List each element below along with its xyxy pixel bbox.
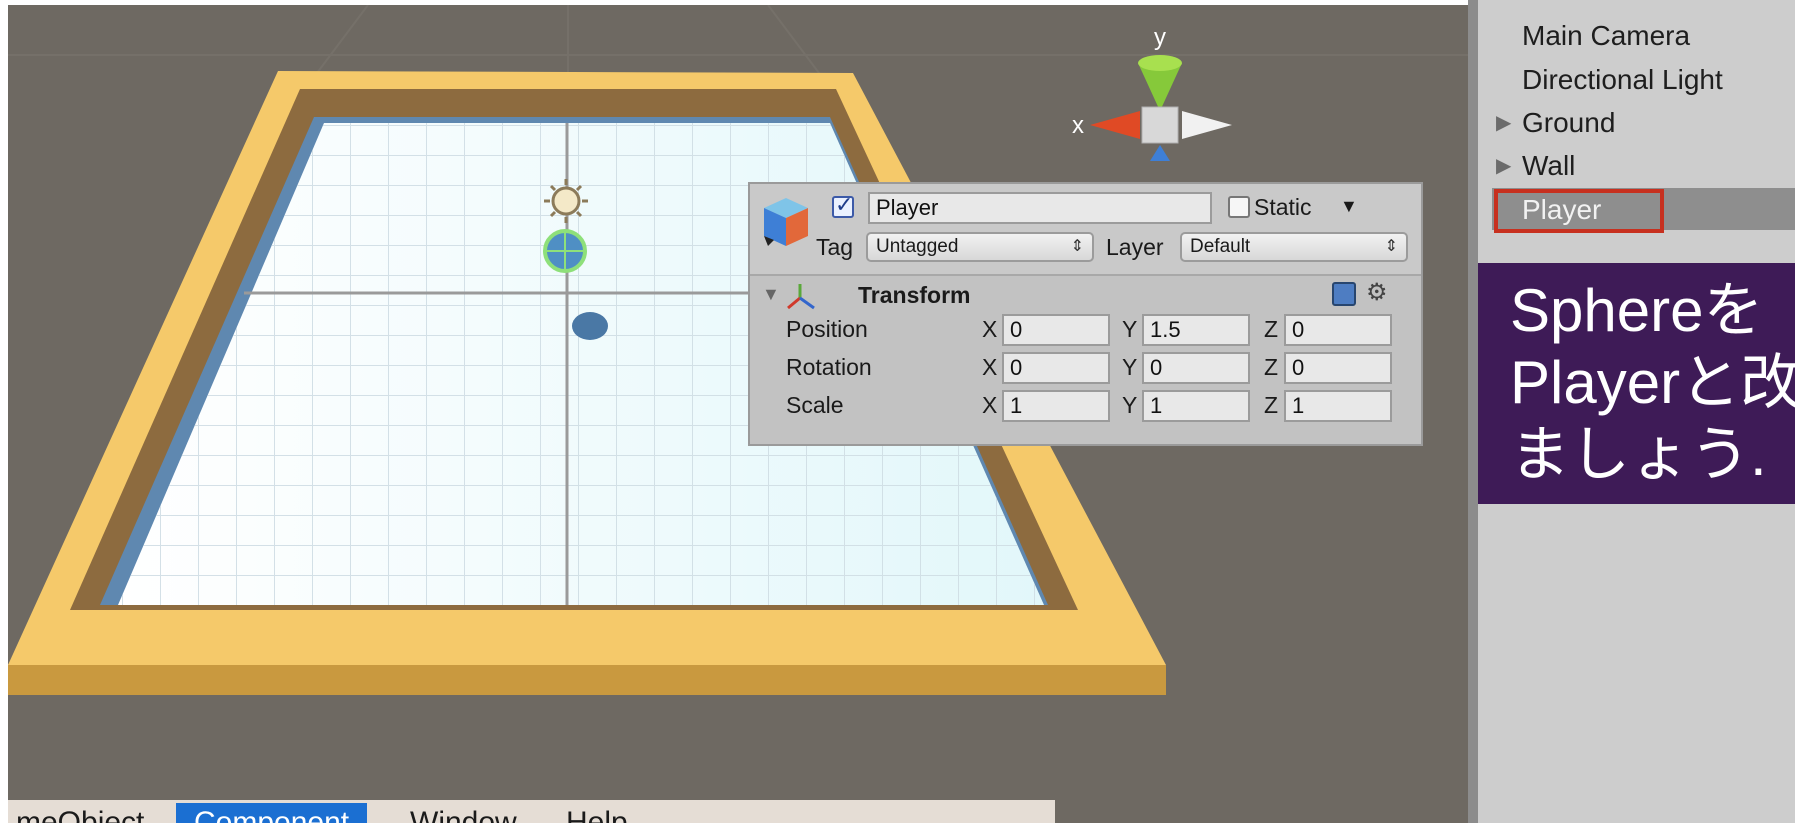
panel-divider[interactable] [1468,0,1478,823]
hierarchy-item-ground[interactable]: Ground [1522,103,1615,143]
axis-label-y: Y [1122,392,1138,418]
note-line: ましょう. [1510,421,1767,488]
dropdown-arrows-icon: ⇕ [1384,238,1398,255]
object-name-input[interactable]: Player [868,192,1212,224]
hierarchy-item-main-camera[interactable]: Main Camera [1522,16,1690,56]
active-checkbox[interactable]: ✓ [832,192,854,218]
menu-component[interactable]: Component [176,803,368,823]
axis-label-y: Y [1122,316,1138,342]
expand-arrow-icon[interactable]: ▶ [1496,146,1511,186]
check-icon: ✓ [835,192,854,217]
help-book-icon[interactable] [1332,282,1356,306]
static-label: Static [1254,194,1312,220]
layer-label: Layer [1106,234,1164,260]
gizmo-y-label: y [1154,24,1166,51]
wall-bottom-face [8,665,1166,695]
layer-dropdown[interactable]: Default ⇕ [1180,232,1408,262]
rotation-y-input[interactable]: 0 [1142,352,1250,384]
note-line: Sphereを [1510,277,1764,344]
sphere-shadow [572,312,608,340]
highlight-box [1494,189,1664,233]
static-checkbox[interactable] [1228,196,1250,218]
gear-icon[interactable]: ⚙ [1366,278,1388,307]
tag-label: Tag [816,234,854,260]
orientation-gizmo [1090,55,1232,161]
axis-label-x: X [982,354,998,380]
inspector-header: ✓ Player Static ▼ Tag Untagged ⇕ Layer D… [750,184,1421,276]
component-title: Transform [858,282,971,308]
transform-row-label: Rotation [786,354,872,380]
note-line: Playerと改 [1510,349,1795,416]
axis-label-x: X [982,316,998,342]
hierarchy-item-wall[interactable]: Wall [1522,146,1575,186]
expand-arrow-icon[interactable]: ▶ [1496,103,1511,143]
axis-label-z: Z [1264,354,1279,380]
hierarchy-item-directional-light[interactable]: Directional Light [1522,60,1723,100]
tag-value: Untagged [876,236,959,257]
player-sphere [543,229,587,273]
position-y-input[interactable]: 1.5 [1142,314,1250,346]
position-z-input[interactable]: 0 [1284,314,1392,346]
layer-value: Default [1190,236,1251,257]
menu-window[interactable]: Window [392,803,535,823]
scale-y-input[interactable]: 1 [1142,390,1250,422]
static-dropdown-icon[interactable]: ▼ [1340,196,1358,217]
transform-row-label: Scale [786,392,844,418]
transform-row-label: Position [786,316,868,342]
menu-help[interactable]: Help [548,803,646,823]
scale-z-input[interactable]: 1 [1284,390,1392,422]
menu-gameobject[interactable]: meObject [8,803,162,823]
transform-axes-icon [787,284,815,310]
menu-bar: meObject Component Window Help [8,800,1055,823]
inspector-panel: ✓ Player Static ▼ Tag Untagged ⇕ Layer D… [748,182,1423,446]
axis-label-z: Z [1264,392,1279,418]
dropdown-arrows-icon: ⇕ [1070,238,1084,255]
axis-label-x: X [982,392,998,418]
position-x-input[interactable]: 0 [1002,314,1110,346]
foldout-arrow-icon[interactable]: ▼ [762,284,780,305]
axis-label-z: Z [1264,316,1279,342]
gameobject-cube-icon [764,198,808,246]
scale-x-input[interactable]: 1 [1002,390,1110,422]
axis-label-y: Y [1122,354,1138,380]
annotation-note: Sphereを Playerと改 ましょう. [1478,263,1795,504]
rotation-z-input[interactable]: 0 [1284,352,1392,384]
rotation-x-input[interactable]: 0 [1002,352,1110,384]
tag-dropdown[interactable]: Untagged ⇕ [866,232,1094,262]
gizmo-x-label: x [1072,112,1084,139]
